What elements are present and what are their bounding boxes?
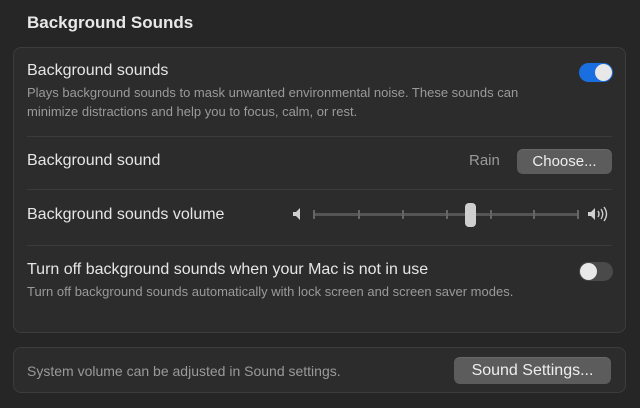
speaker-low-icon xyxy=(293,208,300,220)
toggle-knob xyxy=(595,64,612,81)
background-sounds-description: Plays background sounds to mask unwanted… xyxy=(27,85,519,119)
slider-tick xyxy=(446,210,448,219)
divider xyxy=(27,245,612,246)
auto-off-label: Turn off background sounds when your Mac… xyxy=(27,261,429,278)
slider-tick xyxy=(313,210,315,219)
background-sounds-page: Background Sounds Background sounds Play… xyxy=(0,0,640,408)
current-sound-value: Rain xyxy=(469,152,500,169)
slider-tick xyxy=(533,210,535,219)
sound-settings-button[interactable]: Sound Settings... xyxy=(454,357,611,384)
toggle-knob xyxy=(580,263,597,280)
footer-text: System volume can be adjusted in Sound s… xyxy=(27,363,341,379)
footer-panel: System volume can be adjusted in Sound s… xyxy=(13,347,626,393)
background-sounds-toggle[interactable] xyxy=(579,63,613,82)
auto-off-row: Turn off background sounds when your Mac… xyxy=(27,261,612,301)
auto-off-description: Turn off background sounds automatically… xyxy=(27,284,514,299)
background-sounds-row: Background sounds Plays background sound… xyxy=(27,62,612,121)
section-title: Background Sounds xyxy=(27,13,194,32)
choose-button[interactable]: Choose... xyxy=(517,149,612,174)
background-sounds-label: Background sounds xyxy=(27,62,169,79)
slider-tick xyxy=(402,210,404,219)
slider-tick xyxy=(577,210,579,219)
divider xyxy=(27,136,612,137)
divider xyxy=(27,189,612,190)
volume-slider-thumb[interactable] xyxy=(465,203,476,227)
auto-off-toggle[interactable] xyxy=(579,262,613,281)
settings-group: Background sounds Plays background sound… xyxy=(13,47,626,333)
slider-tick xyxy=(490,210,492,219)
speaker-high-icon xyxy=(588,206,608,222)
slider-tick xyxy=(358,210,360,219)
